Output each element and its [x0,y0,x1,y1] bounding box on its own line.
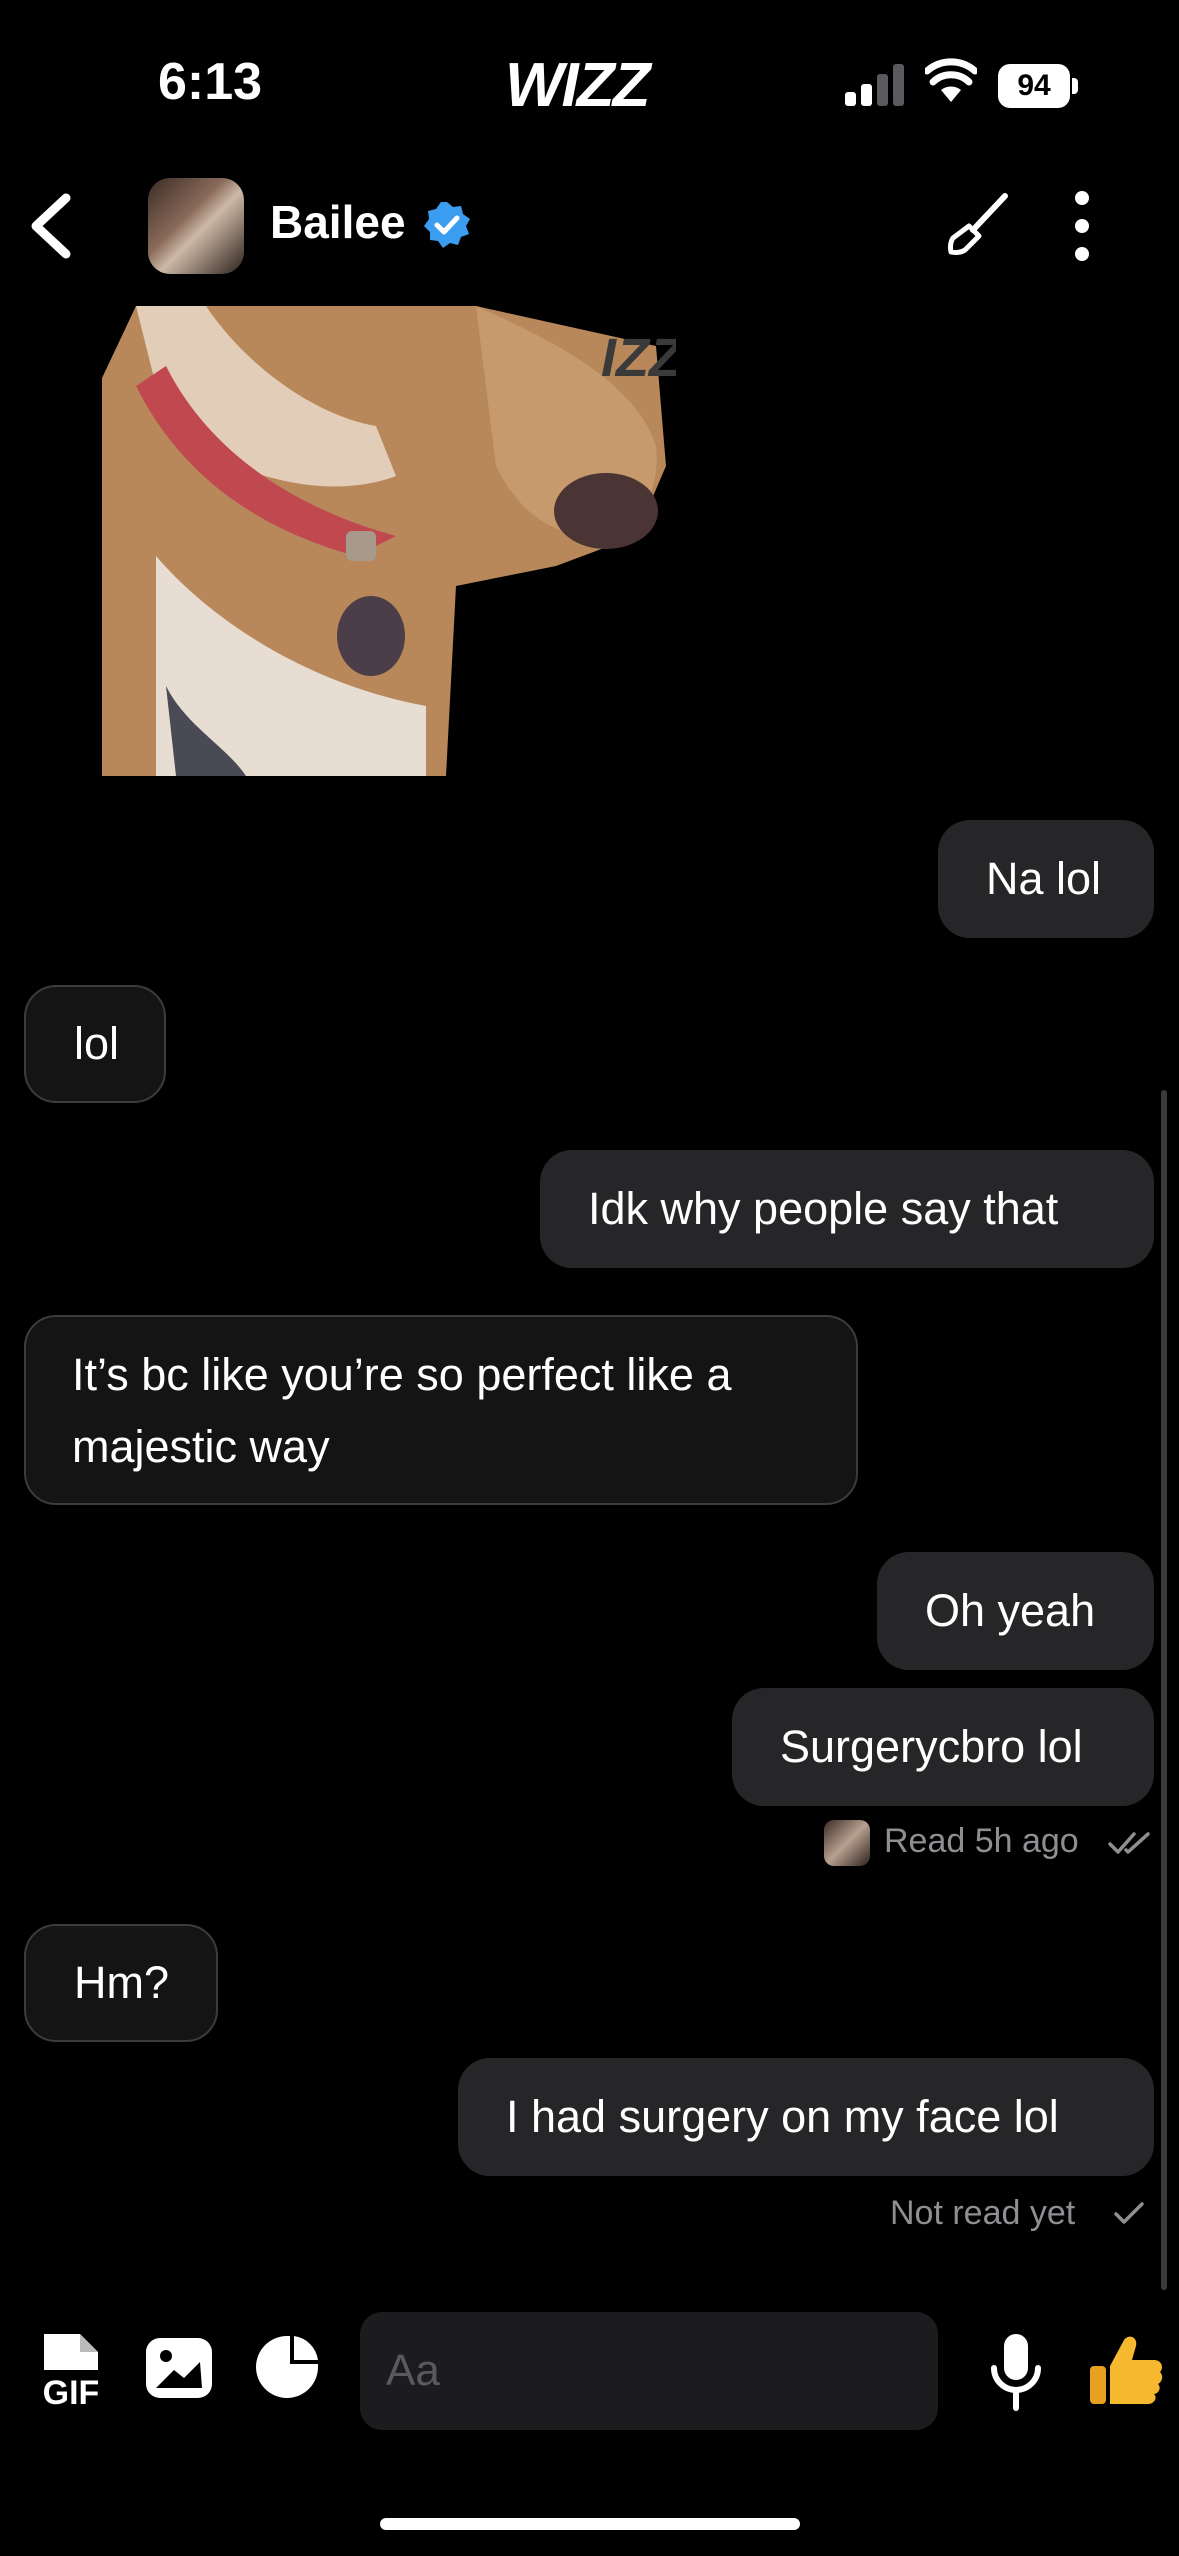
message-bubble-incoming[interactable]: It’s bc like you’re so perfect like a ma… [24,1315,858,1505]
read-receipt-text: Read 5h ago [884,1822,1079,1860]
not-read-receipt-text: Not read yet [890,2194,1076,2232]
back-button[interactable] [22,190,82,262]
chat-scrollbar[interactable] [1161,1090,1167,2290]
app-brand-logo: WIZZ [505,51,650,120]
battery-icon: 94 [998,64,1078,108]
double-check-icon [1108,1832,1150,1854]
contact-avatar[interactable] [148,178,244,274]
home-indicator[interactable] [380,2518,800,2530]
message-bubble-outgoing[interactable]: I had surgery on my face lol [458,2058,1154,2176]
dog-sticker-image[interactable]: IZZ [96,306,676,776]
read-receipt-avatar [824,1820,870,1866]
message-bubble-incoming[interactable]: Hm? [24,1924,218,2042]
message-bubble-outgoing[interactable]: Idk why people say that [540,1150,1154,1268]
gif-label: GIF [43,2374,100,2406]
thumbs-up-icon[interactable] [1088,2332,1164,2408]
single-check-icon [1114,2202,1144,2224]
photo-icon[interactable] [144,2336,214,2400]
message-bubble-incoming[interactable]: lol [24,985,166,1103]
sticker-icon[interactable] [254,2334,320,2400]
message-bubble-outgoing[interactable]: Surgerycbro lol [732,1688,1154,1806]
cellular-signal-icon [845,62,905,106]
more-options-icon[interactable] [1062,188,1102,264]
sticker-watermark: IZZ [601,328,676,388]
status-time: 6:13 [158,53,263,111]
microphone-icon[interactable] [988,2332,1044,2412]
message-input[interactable] [360,2312,938,2430]
paintbrush-icon[interactable] [945,188,1015,258]
verified-badge-icon [424,202,470,248]
wifi-icon [925,58,977,102]
gif-icon: GIF [43,2334,100,2412]
message-bubble-outgoing[interactable]: Na lol [938,820,1154,938]
contact-name[interactable]: Bailee [270,195,406,249]
gif-button[interactable]: GIF [40,2330,102,2412]
battery-level: 94 [998,64,1070,108]
message-bubble-outgoing[interactable]: Oh yeah [877,1552,1154,1670]
